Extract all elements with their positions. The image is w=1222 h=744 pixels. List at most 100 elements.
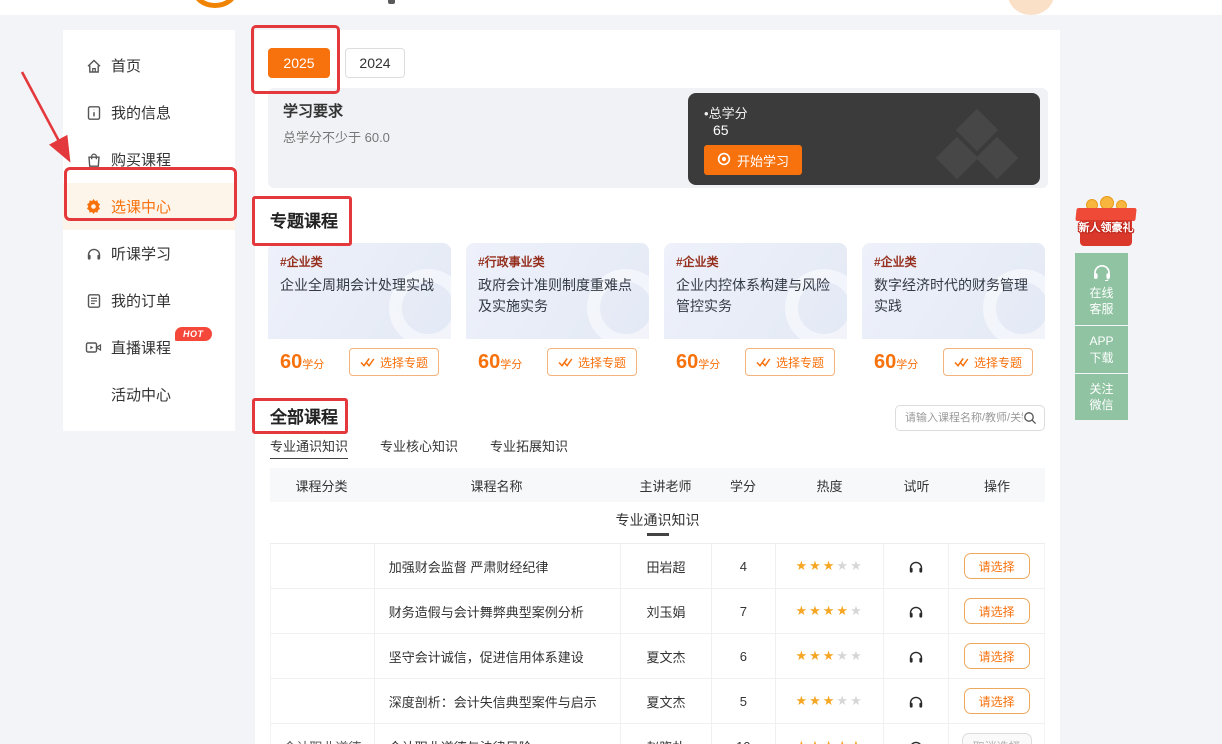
topic-card-top: #企业类数字经济时代的财务管理实践 [862,243,1045,339]
floater-label: 关注 [1089,381,1113,397]
floater-label: 下载 [1089,350,1113,366]
search-input[interactable] [896,412,1023,424]
column-header: 主讲老师 [620,476,711,495]
select-topic-button[interactable]: 选择专题 [745,348,835,376]
group-label: 专业通识知识 [616,510,700,530]
requirements-subtitle: 总学分不少于 60.0 [283,127,390,146]
table-header: 课程分类课程名称主讲老师学分热度试听操作 [270,468,1045,502]
year-tab-2025[interactable]: 2025 [268,48,330,78]
double-check-icon [558,357,573,368]
course-category-tabs: 专业通识知识 专业核心知识 专业拓展知识 [270,436,568,459]
listen-icon[interactable] [908,604,924,619]
listen-icon[interactable] [908,649,924,664]
video-icon [85,339,102,356]
course-category-cell: 会计职业道德 [271,724,374,744]
select-course-button[interactable]: 请选择 [964,553,1030,579]
select-course-button[interactable]: 请选择 [964,643,1030,669]
side-floater-stack: 在线客服APP下载关注微信 [1075,253,1128,420]
course-search [895,405,1045,431]
listen-icon[interactable] [908,559,924,574]
search-icon[interactable] [1023,411,1037,425]
newcomer-gift-badge[interactable]: 新人领豪礼 [1076,196,1136,250]
column-header: 课程名称 [373,476,620,495]
floater-label: 微信 [1089,397,1113,413]
table-body: 加强财会监督 严肃财经纪律田岩超4★★★★★请选择财务造假与会计舞弊典型案例分析… [270,544,1045,744]
sidebar-item-选课中心[interactable]: 选课中心 [63,183,235,230]
topic-tag: #企业类 [280,253,439,270]
sidebar-item-首页[interactable]: 首页 [63,42,235,89]
sidebar-item-label: 活动中心 [111,384,171,405]
courses-table: 课程分类课程名称主讲老师学分热度试听操作 专业通识知识 加强财会监督 严肃财经纪… [270,468,1045,744]
credit-summary-panel: •总学分 65 开始学习 [688,93,1040,185]
sidebar-item-我的订单[interactable]: 我的订单 [63,277,235,324]
course-tab-专业核心知识[interactable]: 专业核心知识 [380,436,458,459]
headphones-icon [85,245,102,262]
play-icon [717,152,731,169]
select-topic-button[interactable]: 选择专题 [547,348,637,376]
course-tab-专业通识知识[interactable]: 专业通识知识 [270,436,348,459]
floater-label: 客服 [1089,301,1113,317]
sidebar-item-label: 购买课程 [111,149,171,170]
hot-badge: HOT [175,327,212,341]
column-header: 学分 [711,476,775,495]
sidebar-item-听课学习[interactable]: 听课学习 [63,230,235,277]
select-course-button[interactable]: 请选择 [964,688,1030,714]
table-row: 加强财会监督 严肃财经纪律田岩超4★★★★★请选择 [270,544,1045,589]
double-check-icon [360,357,375,368]
orders-icon [85,292,102,309]
column-header: 操作 [949,476,1045,495]
topic-card: #企业类企业全周期会计处理实战60学分选择专题 [268,243,451,385]
sidebar-item-label: 我的信息 [111,102,171,123]
star-rating: ★★★★★ [795,738,863,744]
topic-cards: #企业类企业全周期会计处理实战60学分选择专题#行政事业类政府会计准则制度重难点… [268,243,1045,385]
topic-card-top: #企业类企业内控体系构建与风险管控实务 [664,243,847,339]
select-topic-button[interactable]: 选择专题 [349,348,439,376]
info-icon [85,104,102,121]
action-cell: 取消选择 [948,724,1044,744]
select-topic-button[interactable]: 选择专题 [943,348,1033,376]
course-name-cell: 加强财会监督 严肃财经纪律 [374,544,620,588]
course-category-cell [271,634,374,678]
sidebar-item-购买课程[interactable]: 购买课程 [63,136,235,183]
sidebar-item-label: 选课中心 [111,196,171,217]
floater-关注微信[interactable]: 关注微信 [1075,374,1128,420]
listen-icon[interactable] [908,694,924,709]
course-name-cell: 深度剖析：会计失信典型案件与启示 [374,679,620,723]
topic-tag: #行政事业类 [478,253,637,270]
column-header: 课程分类 [270,476,373,495]
double-check-icon [756,357,771,368]
course-name-cell: 会计职业道德与法律风险 [374,724,620,744]
all-courses-title: 全部课程 [270,403,338,428]
topic-credits: 60学分 [478,351,522,374]
course-category-cell [271,589,374,633]
sidebar-item-我的信息[interactable]: 我的信息 [63,89,235,136]
rating-cell: ★★★★★ [775,544,884,588]
topic-title: 企业全周期会计处理实战 [280,275,439,296]
start-learning-button[interactable]: 开始学习 [704,145,802,175]
topic-tag: #企业类 [676,253,835,270]
rating-cell: ★★★★★ [775,724,884,744]
star-rating: ★★★★★ [795,558,863,574]
sidebar-item-活动中心[interactable]: 活动中心 [63,371,235,418]
credits-cell: 10 [711,724,775,744]
teacher-cell: 夏文杰 [620,679,711,723]
floater-APP下载[interactable]: APP下载 [1075,326,1128,372]
cancel-select-button[interactable]: 取消选择 [962,733,1032,744]
course-name-cell: 坚守会计诚信，促进信用体系建设 [374,634,620,678]
gift-badge-label: 新人领豪礼 [1073,219,1139,235]
topic-card: #行政事业类政府会计准则制度重难点及实施实务60学分选择专题 [466,243,649,385]
floater-在线客服[interactable]: 在线客服 [1075,253,1128,325]
listen-icon[interactable] [908,739,924,744]
course-name-cell: 财务造假与会计舞弊典型案例分析 [374,589,620,633]
audition-cell [883,634,948,678]
star-rating: ★★★★★ [795,693,863,709]
course-tab-专业拓展知识[interactable]: 专业拓展知识 [490,436,568,459]
credits-cell: 5 [711,679,775,723]
total-credit-value: 65 [713,122,729,138]
select-course-button[interactable]: 请选择 [964,598,1030,624]
table-row: 会计职业道德会计职业道德与法律风险赵晓朴10★★★★★取消选择 [270,724,1045,744]
no-icon [85,386,102,403]
sidebar-item-直播课程[interactable]: 直播课程HOT [63,324,235,371]
table-group-row: 专业通识知识 [270,502,1045,544]
year-tab-2024[interactable]: 2024 [345,48,405,78]
